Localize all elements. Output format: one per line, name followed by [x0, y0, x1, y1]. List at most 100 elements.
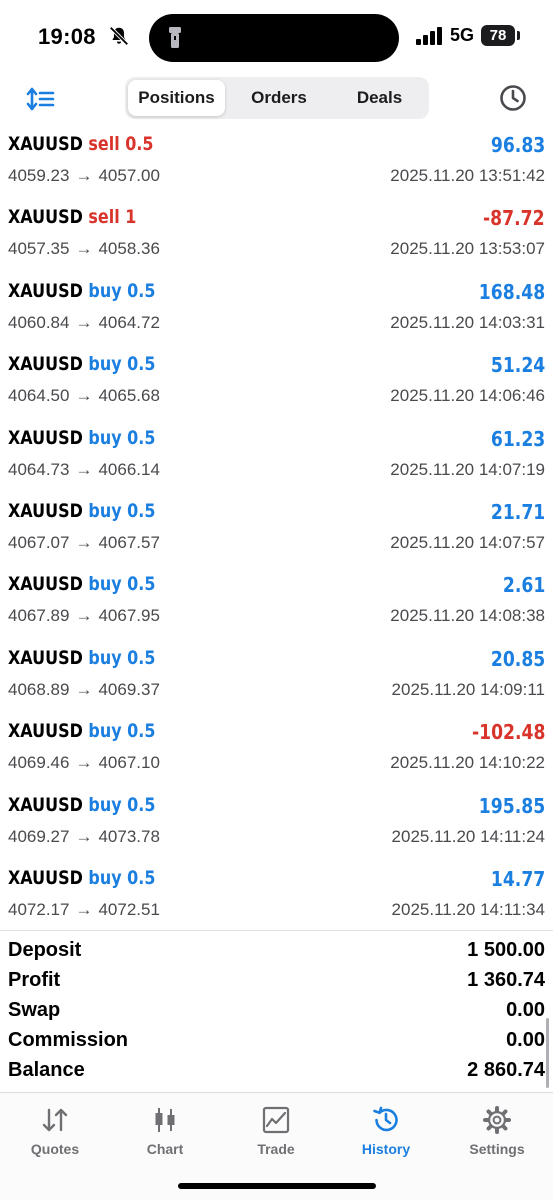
history-icon	[373, 1106, 398, 1132]
price-arrow: →	[75, 899, 93, 919]
deal-symbol-line: XAUUSD buy 0.5	[8, 573, 155, 595]
deal-close-price: 4072.51	[98, 899, 160, 919]
price-arrow: →	[75, 606, 93, 626]
deal-prices: 4072.17 → 4072.51	[8, 900, 160, 920]
account-summary: Deposit 1 500.00 Profit 1 360.74 Swap 0.…	[0, 937, 553, 1087]
tab-trade-label: Trade	[257, 1141, 295, 1157]
deal-symbol-line: XAUUSD buy 0.5	[8, 427, 155, 449]
deal-row[interactable]: XAUUSD buy 0.5 168.48 4060.84 → 4064.72 2025.…	[0, 277, 553, 350]
deal-close-price: 4067.10	[98, 753, 160, 773]
deal-side: buy 0.5	[88, 279, 156, 302]
deal-symbol: XAUUSD	[8, 353, 83, 376]
deal-row[interactable]: XAUUSD buy 0.5 51.24 4064.50 → 4065.68 2025.1…	[0, 350, 553, 423]
price-arrow: →	[75, 826, 93, 846]
deal-datetime: 2025.11.20 14:11:34	[391, 899, 545, 919]
tab-history-label: History	[361, 1141, 411, 1157]
battery-nub	[517, 31, 520, 40]
deposit-label: Deposit	[8, 939, 82, 961]
clock-icon[interactable]	[498, 83, 528, 113]
tab-deals[interactable]: Deals	[333, 80, 426, 116]
deal-profit: 14.77	[490, 866, 545, 891]
deal-profit: -102.48	[471, 720, 545, 745]
deal-symbol-line: XAUUSD sell 1	[8, 206, 136, 228]
price-arrow: →	[75, 386, 93, 406]
deal-open-price: 4059.23	[8, 166, 70, 185]
summary-row-commission: Commission 0.00	[0, 1027, 553, 1057]
deal-side: sell 0.5	[88, 133, 154, 155]
deal-row[interactable]: XAUUSD buy 0.5 -102.48 4069.46 → 4067.10 2025…	[0, 717, 553, 790]
deal-symbol-line: XAUUSD buy 0.5	[8, 280, 155, 302]
tab-chart-label: Chart	[146, 1141, 184, 1157]
deal-row[interactable]: XAUUSD buy 0.5 61.23 4064.73 → 4066.14 2025.1…	[0, 424, 553, 497]
deal-side: buy 0.5	[88, 426, 156, 449]
signal-icon	[416, 27, 442, 45]
tab-history[interactable]: History	[331, 1103, 441, 1163]
deal-symbol: XAUUSD	[8, 866, 83, 889]
deal-prices: 4059.23 → 4057.00	[8, 166, 160, 186]
summary-row-deposit: Deposit 1 500.00	[0, 937, 553, 967]
settings-icon	[483, 1106, 511, 1134]
top-bar: Positions Orders Deals	[0, 76, 553, 128]
deal-open-price: 4072.17	[8, 899, 70, 919]
deal-symbol-line: XAUUSD buy 0.5	[8, 500, 155, 522]
dynamic-island	[149, 14, 399, 62]
tab-settings[interactable]: Settings	[442, 1103, 552, 1163]
network-type: 5G	[450, 25, 475, 45]
deal-row[interactable]: XAUUSD sell 1 -87.72 4057.35 → 4058.36 2025.1…	[0, 203, 553, 276]
deal-close-price: 4073.78	[98, 826, 160, 846]
deal-row[interactable]: XAUUSD sell 0.5 96.83 4059.23 → 4057.00 2025.…	[0, 130, 553, 203]
tab-chart[interactable]: Chart	[110, 1103, 220, 1163]
deal-symbol: XAUUSD	[8, 646, 83, 669]
tab-positions[interactable]: Positions	[128, 80, 225, 116]
deal-open-price: 4069.27	[8, 826, 70, 846]
tab-trade[interactable]: Trade	[221, 1103, 331, 1163]
deal-profit: 2.61	[502, 573, 545, 598]
sort-icon[interactable]	[26, 86, 56, 112]
flashlight-icon	[169, 27, 181, 48]
deal-close-price: 4057.00	[98, 166, 160, 185]
deal-side: buy 0.5	[88, 573, 156, 596]
price-arrow: →	[75, 312, 93, 332]
deal-datetime: 2025.11.20 13:51:42	[390, 166, 545, 185]
deal-row[interactable]: XAUUSD buy 0.5 21.71 4067.07 → 4067.57 2025.1…	[0, 497, 553, 570]
deal-profit: 21.71	[490, 499, 545, 524]
deal-open-price: 4069.46	[8, 753, 70, 773]
deal-symbol: XAUUSD	[8, 499, 83, 522]
deal-prices: 4064.73 → 4066.14	[8, 460, 160, 480]
tab-quotes-label: Quotes	[30, 1141, 80, 1157]
deposit-value: 1 500.00	[467, 939, 545, 961]
balance-label: Balance	[8, 1059, 85, 1081]
deal-close-price: 4069.37	[98, 679, 160, 699]
deal-profit: 20.85	[490, 646, 545, 671]
deal-side: buy 0.5	[88, 793, 156, 816]
deal-prices: 4067.07 → 4067.57	[8, 533, 160, 553]
deal-side: sell 1	[88, 206, 137, 229]
deal-close-price: 4065.68	[98, 386, 160, 406]
scrollbar[interactable]	[546, 1018, 549, 1088]
deal-datetime: 2025.11.20 14:09:11	[391, 679, 545, 699]
deal-close-price: 4064.72	[98, 312, 160, 332]
deal-datetime: 2025.11.20 14:10:22	[390, 753, 545, 773]
deal-row[interactable]: XAUUSD buy 0.5 20.85 4068.89 → 4069.37 2025.1…	[0, 644, 553, 717]
swap-label: Swap	[8, 999, 61, 1021]
tab-orders[interactable]: Orders	[225, 80, 333, 116]
deal-close-price: 4058.36	[98, 239, 160, 259]
deal-prices: 4064.50 → 4065.68	[8, 386, 160, 406]
tab-quotes[interactable]: Quotes	[0, 1103, 110, 1163]
trade-icon	[262, 1106, 290, 1134]
deal-row[interactable]: XAUUSD buy 0.5 195.85 4069.27 → 4073.78 2025.…	[0, 791, 553, 864]
deal-symbol: XAUUSD	[8, 206, 83, 229]
deal-open-price: 4068.89	[8, 679, 70, 699]
deal-symbol: XAUUSD	[8, 279, 83, 302]
deal-prices: 4057.35 → 4058.36	[8, 239, 160, 259]
deal-profit: 168.48	[478, 279, 545, 304]
deal-close-price: 4066.14	[98, 459, 160, 479]
bell-slash-icon	[109, 26, 129, 46]
deal-row[interactable]: XAUUSD buy 0.5 2.61 4067.89 → 4067.95 2025.11…	[0, 570, 553, 643]
deal-profit: 61.23	[490, 426, 545, 451]
summary-divider	[0, 930, 553, 931]
commission-label: Commission	[8, 1029, 129, 1051]
deal-datetime: 2025.11.20 14:11:24	[391, 826, 545, 846]
deal-row[interactable]: XAUUSD buy 0.5 14.77 4072.17 → 4072.51 2025.1…	[0, 864, 553, 937]
quotes-icon	[42, 1108, 68, 1132]
